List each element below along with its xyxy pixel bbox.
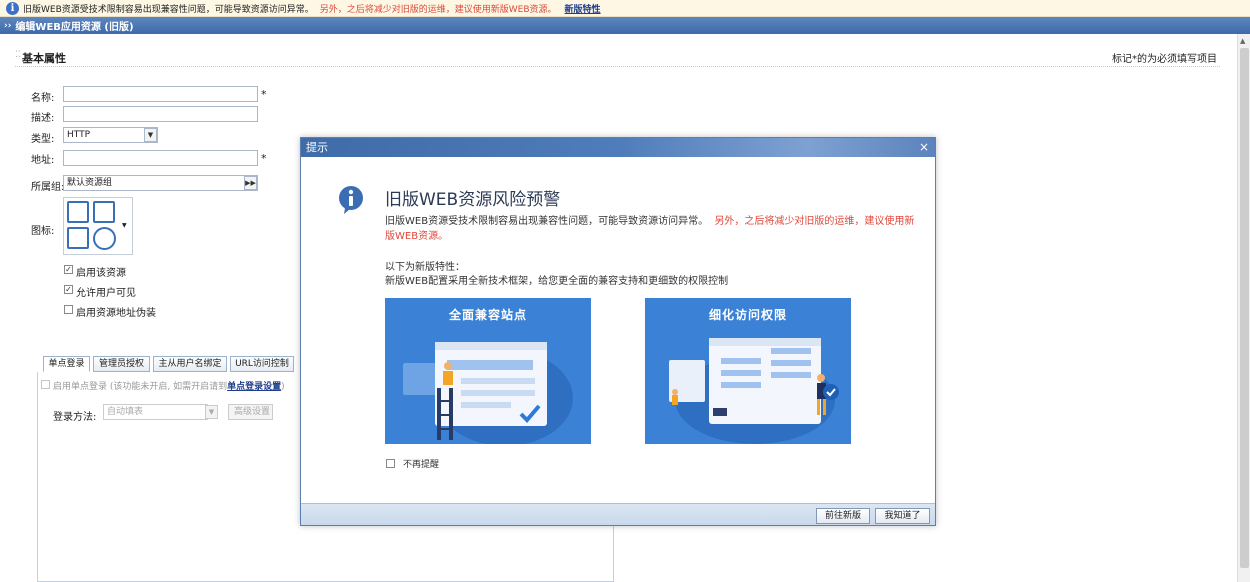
access-illustration	[669, 338, 839, 444]
vertical-scrollbar[interactable]: ▲	[1237, 34, 1250, 582]
info-icon: i	[6, 1, 19, 15]
enable-checkbox[interactable]: ✓	[64, 265, 73, 274]
dont-remind-label: 不再提醒	[403, 460, 440, 470]
feature-card-compat: 全面兼容站点	[385, 298, 591, 444]
addr-label: 地址:	[31, 155, 55, 166]
group-value: 默认资源组	[67, 178, 113, 188]
feature-card-access: 细化访问权限	[645, 298, 851, 444]
scrollbar-thumb[interactable]	[1240, 48, 1249, 568]
group-field[interactable]: 默认资源组	[63, 175, 258, 191]
visible-checkbox[interactable]: ✓	[64, 285, 73, 294]
dialog-header: 提示 ×	[301, 138, 935, 157]
drag-handle-icon: ⁚⁚	[15, 50, 21, 60]
info-icon	[339, 186, 363, 214]
enable-checkbox-label: 启用该资源	[76, 268, 126, 279]
sso-settings-link[interactable]: 单点登录设置	[227, 382, 281, 392]
features-desc: 新版WEB配置采用全新技术框架，给您更全面的兼容支持和更细致的权限控制	[385, 276, 729, 287]
required-note: 标记*的为必须填写项目	[1112, 54, 1217, 65]
close-icon[interactable]: ×	[919, 138, 929, 157]
chevron-down-icon[interactable]: ▼	[205, 405, 218, 419]
compat-illustration	[403, 342, 573, 444]
desc-label: 描述:	[31, 113, 55, 124]
visible-checkbox-label: 允许用户可见	[76, 288, 136, 299]
select-group-icon[interactable]: ▶▶	[244, 176, 257, 190]
dialog-title: 旧版WEB资源风险预警	[385, 190, 561, 210]
dialog-footer: 前往新版 我知道了	[301, 503, 935, 525]
circle-shape-icon	[93, 227, 116, 250]
tab-url-access[interactable]: URL访问控制	[230, 356, 294, 372]
required-mark: *	[261, 152, 267, 165]
name-label: 名称:	[31, 93, 55, 104]
square-shape-icon	[67, 227, 89, 249]
login-method-select[interactable]: 自动填表	[103, 404, 208, 420]
notice-bar: i 旧版WEB资源受技术限制容易出现兼容性问题，可能导致资源访问异常。 另外，之…	[0, 0, 1250, 17]
sso-note: 启用单点登录 (该功能未开启, 如需开启请到单点登录设置)	[53, 382, 285, 392]
required-mark: *	[261, 88, 267, 101]
square-shape-icon	[67, 201, 89, 223]
card-title: 细化访问权限	[708, 308, 787, 322]
desc-input[interactable]	[63, 106, 258, 122]
icon-picker[interactable]: ▼	[63, 197, 133, 255]
tab-user-binding[interactable]: 主从用户名绑定	[153, 356, 227, 372]
dialog-text: 旧版WEB资源受技术限制容易出现兼容性问题，可能导致资源访问异常。 另外，之后将…	[385, 216, 915, 242]
warning-dialog: 提示 × 旧版WEB资源风险预警 旧版WEB资源受技术限制容易出现兼容性问题，可…	[300, 137, 936, 526]
features-title: 以下为新版特性：	[385, 262, 465, 273]
notice-text: 旧版WEB资源受技术限制容易出现兼容性问题，可能导致资源访问异常。	[23, 4, 314, 15]
sso-checkbox[interactable]	[41, 380, 50, 389]
type-label: 类型:	[31, 134, 55, 145]
tab-admin-auth[interactable]: 管理员授权	[93, 356, 150, 372]
dropdown-arrow-icon[interactable]: ▼	[122, 222, 127, 229]
disguise-checkbox-label: 启用资源地址伪装	[76, 308, 156, 319]
disguise-checkbox[interactable]	[64, 305, 73, 314]
tab-sso[interactable]: 单点登录	[43, 356, 90, 372]
dont-remind-checkbox[interactable]	[386, 459, 395, 468]
notice-warning: 另外，之后将减少对旧版的运维，建议使用新版WEB资源。	[319, 4, 557, 15]
scroll-up-icon[interactable]: ▲	[1240, 37, 1245, 45]
chevron-down-icon[interactable]: ▼	[144, 128, 157, 142]
new-features-link[interactable]: 新版特性	[565, 2, 601, 15]
section-divider	[15, 66, 1220, 67]
dialog-header-title: 提示	[306, 141, 328, 154]
card-title: 全面兼容站点	[448, 308, 527, 322]
group-label: 所属组:	[31, 182, 65, 193]
square-shape-icon	[93, 201, 115, 223]
page-titlebar: ›› 编辑WEB应用资源 (旧版)	[0, 17, 1250, 34]
advanced-settings-button[interactable]: 高级设置	[228, 404, 273, 420]
icon-label: 图标:	[31, 226, 55, 237]
section-title: 基本属性	[22, 52, 66, 65]
got-it-button[interactable]: 我知道了	[875, 508, 930, 524]
goto-new-button[interactable]: 前往新版	[816, 508, 870, 524]
name-input[interactable]	[63, 86, 258, 102]
type-value: HTTP	[67, 130, 91, 140]
login-method-label: 登录方法:	[53, 412, 97, 423]
double-chevron-icon: ››	[4, 20, 12, 31]
addr-input[interactable]	[63, 150, 258, 166]
page-title: 编辑WEB应用资源 (旧版)	[15, 22, 134, 33]
